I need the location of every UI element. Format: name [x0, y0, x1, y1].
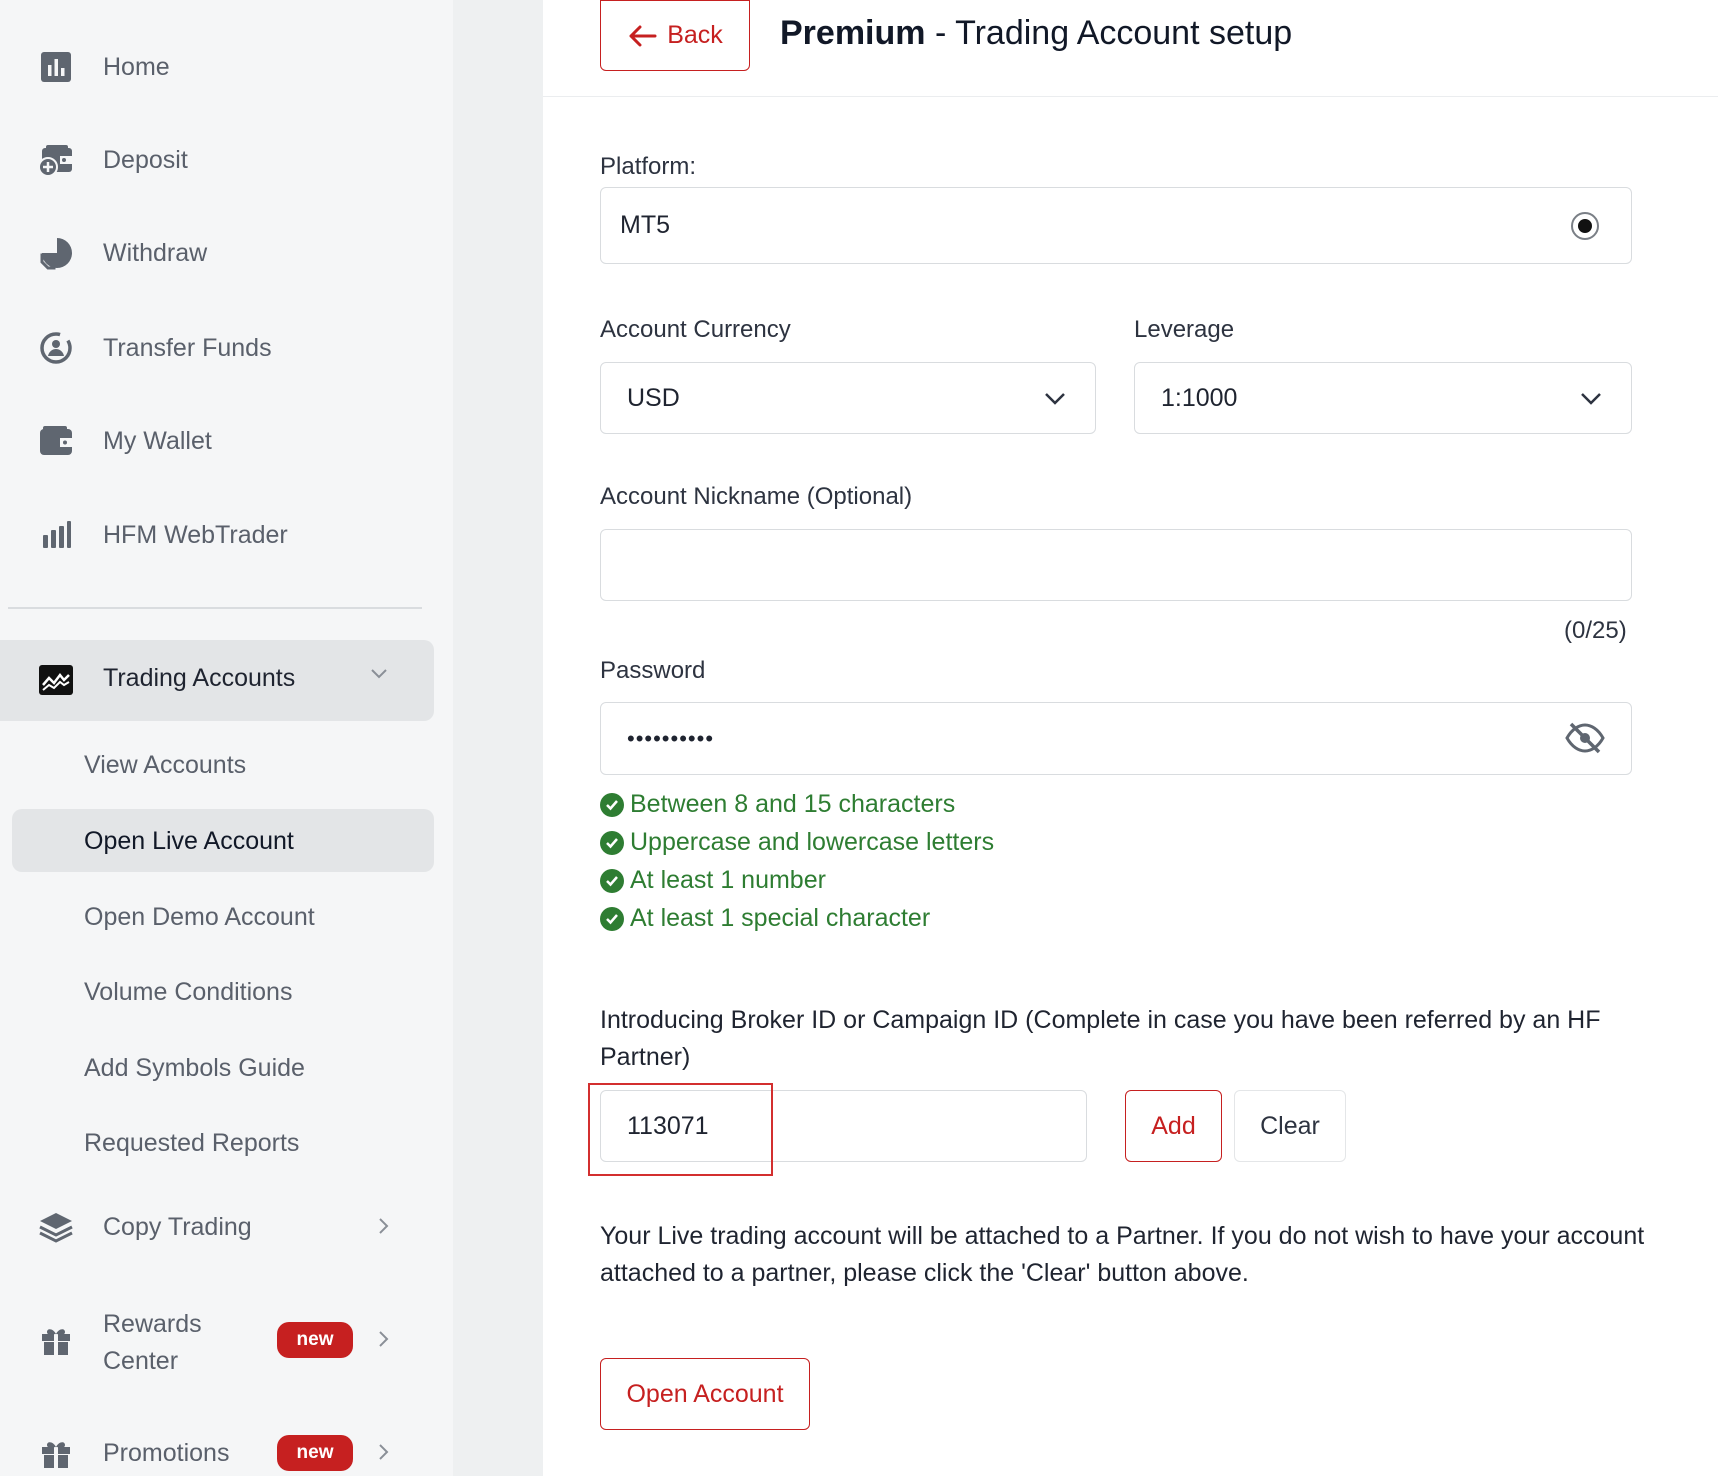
password-rule: At least 1 number	[600, 866, 826, 895]
password-input[interactable]: ••••••••••	[600, 702, 1632, 775]
password-rule: Uppercase and lowercase letters	[600, 828, 994, 857]
back-button[interactable]: Back	[600, 0, 750, 71]
sidebar-item-label: Transfer Funds	[103, 333, 272, 362]
chart-square-icon	[38, 49, 74, 85]
chevron-right-icon	[372, 1328, 394, 1356]
sidebar-item-promotions[interactable]: Promotions new	[0, 1423, 453, 1476]
rewards-label-line2: Center	[103, 1347, 179, 1375]
password-rule-text: At least 1 special character	[630, 904, 931, 932]
check-circle-icon	[600, 792, 624, 817]
new-badge: new	[277, 1322, 353, 1358]
sidebar-gutter	[453, 0, 543, 1476]
nickname-label: Account Nickname (Optional)	[600, 483, 913, 510]
sidebar-item-label: Home	[103, 52, 170, 81]
gift-icon	[38, 1435, 74, 1471]
clear-button[interactable]: Clear	[1234, 1090, 1346, 1162]
sidebar-item-label: Deposit	[103, 145, 188, 174]
wallet-icon	[38, 423, 74, 459]
nickname-input[interactable]	[600, 529, 1632, 601]
password-rule: Between 8 and 15 characters	[600, 790, 955, 819]
nickname-char-counter: (0/25)	[1564, 617, 1627, 644]
ib-id-label: Introducing Broker ID or Campaign ID (Co…	[600, 1006, 1601, 1071]
sidebar-item-label: Rewards Center	[103, 1306, 202, 1380]
sidebar-item-label: Promotions	[103, 1438, 230, 1467]
password-rule-text: Between 8 and 15 characters	[630, 790, 956, 818]
chevron-down-icon	[1579, 387, 1603, 416]
open-account-button[interactable]: Open Account	[600, 1358, 810, 1430]
check-circle-icon	[600, 868, 624, 893]
password-rule: At least 1 special character	[600, 904, 930, 933]
page-title-bold: Premium	[780, 14, 926, 52]
partner-note: Your Live trading account will be attach…	[600, 1222, 1645, 1287]
pie-chart-icon	[38, 235, 74, 271]
sidebar-subitem-requested-reports[interactable]: Requested Reports	[84, 1129, 299, 1158]
sidebar-item-home[interactable]: Home	[0, 37, 453, 97]
leverage-value: 1:1000	[1161, 383, 1238, 412]
sidebar-item-hfm-webtrader[interactable]: HFM WebTrader	[0, 505, 453, 565]
platform-label: Platform:	[600, 153, 697, 180]
sidebar-divider	[8, 607, 422, 609]
account-currency-value: USD	[627, 383, 680, 412]
sidebar-subitem-open-live-account[interactable]: Open Live Account	[84, 827, 294, 856]
sidebar-item-label: HFM WebTrader	[103, 520, 288, 549]
trading-chart-icon	[38, 662, 74, 698]
password-value: ••••••••••	[627, 725, 715, 751]
chevron-right-icon	[372, 1441, 394, 1469]
chevron-right-icon	[372, 1215, 394, 1243]
sidebar-item-deposit[interactable]: Deposit	[0, 130, 453, 190]
leverage-label: Leverage	[1134, 316, 1235, 343]
account-currency-select[interactable]: USD	[600, 362, 1096, 434]
sidebar-item-copy-trading[interactable]: Copy Trading	[0, 1197, 453, 1257]
password-rule-text: Uppercase and lowercase letters	[630, 828, 995, 856]
bar-chart-icon	[38, 517, 74, 553]
page-title-rest: - Trading Account setup	[925, 14, 1293, 52]
back-label: Back	[667, 21, 723, 49]
password-rule-text: At least 1 number	[630, 866, 826, 894]
sidebar-subitem-volume-conditions[interactable]: Volume Conditions	[84, 978, 292, 1007]
new-badge: new	[277, 1435, 353, 1471]
sidebar-item-label: My Wallet	[103, 426, 212, 455]
sidebar-item-my-wallet[interactable]: My Wallet	[0, 411, 453, 471]
account-currency-label: Account Currency	[600, 316, 791, 343]
check-circle-icon	[600, 906, 624, 931]
rewards-label-line1: Rewards	[103, 1310, 202, 1338]
password-label: Password	[600, 657, 706, 684]
transfer-icon	[38, 330, 74, 366]
sidebar-item-label: Trading Accounts	[103, 664, 296, 692]
sidebar-subitem-open-demo-account[interactable]: Open Demo Account	[84, 903, 315, 932]
sidebar-item-trading-accounts[interactable]: Trading Accounts	[0, 640, 434, 721]
sidebar-item-transfer-funds[interactable]: Transfer Funds	[0, 318, 453, 378]
add-button[interactable]: Add	[1125, 1090, 1222, 1162]
check-circle-icon	[600, 830, 624, 855]
chevron-down-icon	[368, 662, 390, 690]
leverage-select[interactable]: 1:1000	[1134, 362, 1632, 434]
sidebar-item-rewards-center[interactable]: Rewards Center new	[0, 1298, 453, 1382]
chevron-down-icon	[1043, 387, 1067, 416]
layers-icon	[38, 1209, 74, 1245]
page-header: Back Premium - Trading Account setup	[543, 0, 1718, 97]
gift-icon	[38, 1322, 74, 1358]
sidebar-subitem-add-symbols-guide[interactable]: Add Symbols Guide	[84, 1054, 305, 1083]
highlight-box	[588, 1083, 773, 1176]
sidebar-subitem-view-accounts[interactable]: View Accounts	[84, 751, 246, 780]
sidebar-item-withdraw[interactable]: Withdraw	[0, 223, 453, 283]
arrow-left-icon	[627, 24, 657, 48]
sidebar-item-label: Copy Trading	[103, 1212, 252, 1241]
platform-value: MT5	[620, 211, 670, 239]
radio-selected-icon[interactable]	[1571, 211, 1599, 240]
wallet-plus-icon	[38, 142, 74, 178]
page-title: Premium - Trading Account setup	[780, 14, 1292, 53]
sidebar-item-label: Withdraw	[103, 238, 208, 267]
eye-off-icon[interactable]	[1565, 721, 1605, 762]
platform-option-mt5[interactable]: MT5	[600, 187, 1632, 264]
main-content: Back Premium - Trading Account setup Pla…	[543, 0, 1718, 1476]
sidebar: Home Deposit Withdraw Transfer Funds My …	[0, 0, 453, 1476]
